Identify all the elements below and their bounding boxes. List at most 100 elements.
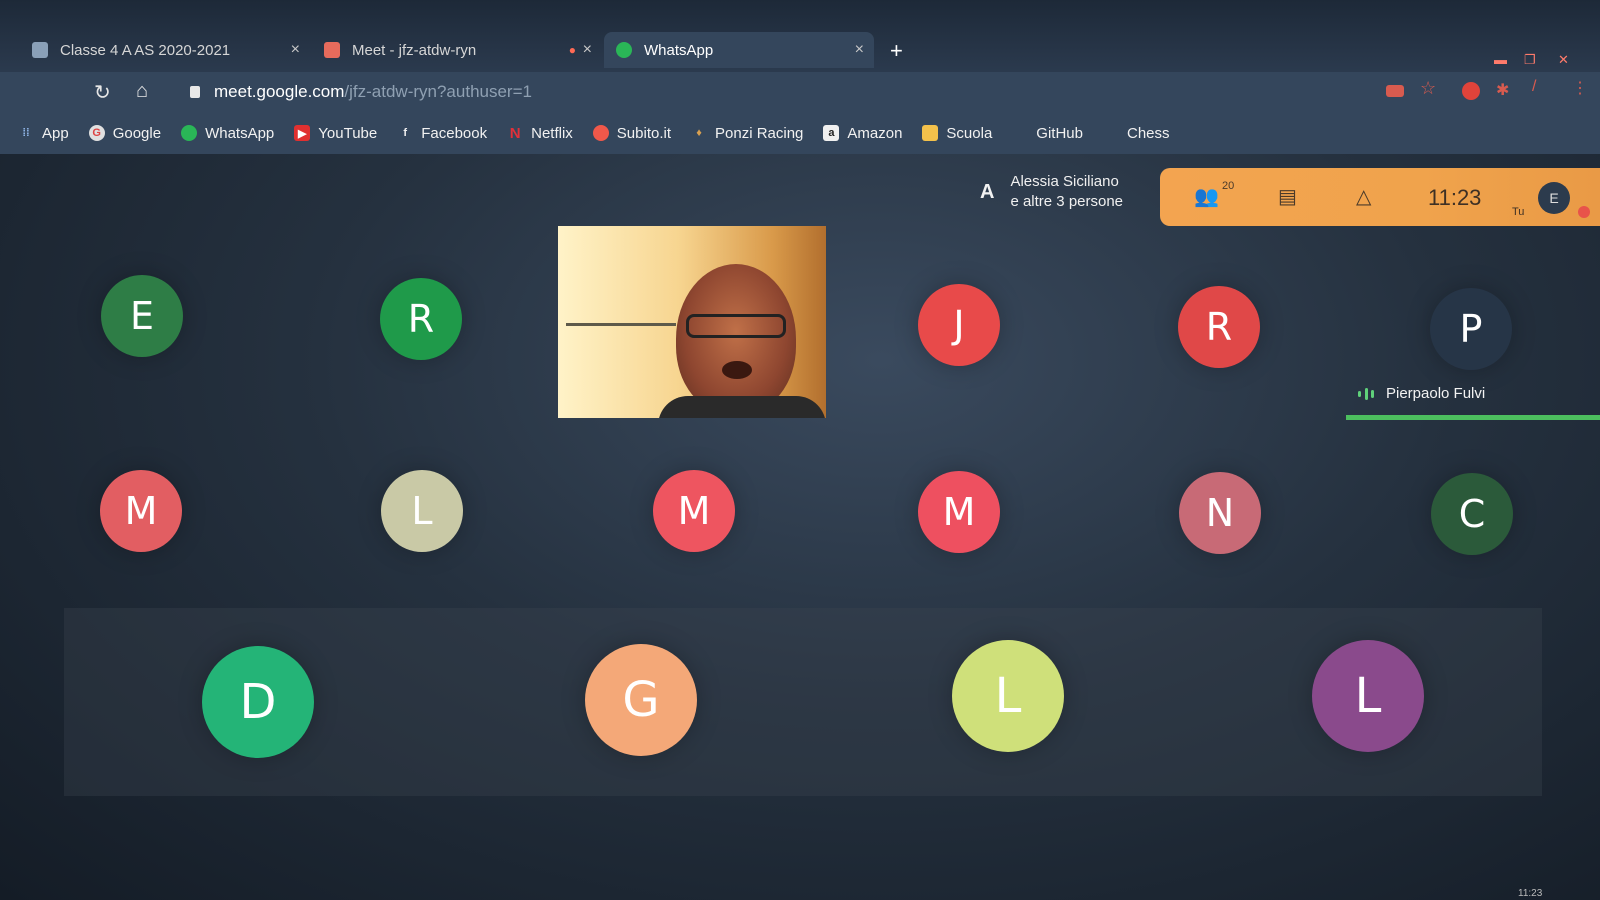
tab-label: Classe 4 A AS 2020-2021 [60, 41, 231, 59]
bookmark-chess[interactable]: Chess [1103, 125, 1170, 142]
tab-label: WhatsApp [644, 41, 714, 59]
participant-initial: L [1354, 668, 1382, 724]
participant-initial: C [1458, 492, 1486, 536]
camera-icon[interactable] [1386, 85, 1404, 97]
amazon-icon: a [823, 125, 840, 141]
close-window-icon[interactable]: ✕ [1558, 52, 1578, 67]
tab-whatsapp[interactable]: WhatsApp × [604, 32, 874, 68]
participant-tile[interactable]: L [952, 640, 1064, 752]
recording-dot-icon: ● [568, 43, 576, 57]
meet-icon [324, 42, 340, 58]
bookmark-label: GitHub [1036, 124, 1083, 142]
participant-tile[interactable]: P [1430, 288, 1512, 370]
pen-icon[interactable]: / [1532, 78, 1550, 96]
participant-initial: N [1205, 491, 1235, 535]
extension-icon[interactable] [1462, 82, 1480, 100]
tab-label: Meet - jfz-atdw-ryn [352, 41, 477, 59]
participant-video-tile[interactable] [558, 226, 826, 418]
close-icon[interactable]: × [583, 41, 592, 59]
participant-tile[interactable]: G [585, 644, 697, 756]
bookmark-label: Amazon [847, 124, 903, 142]
bookmark-github[interactable]: GitHub [1012, 125, 1083, 142]
participant-initial: R [407, 297, 435, 341]
chat-icon[interactable]: ▤ [1278, 184, 1297, 209]
participant-initial: M [124, 489, 158, 533]
participant-tile[interactable]: E [101, 275, 183, 357]
audio-level-icon [1358, 387, 1374, 400]
participant-initial: M [942, 490, 976, 534]
tab-strip: Classe 4 A AS 2020-2021 × Meet - jfz-atd… [0, 0, 1600, 72]
active-speaker-label: Pierpaolo Fulvi [1358, 385, 1485, 402]
participant-tile[interactable]: M [653, 470, 735, 552]
star-icon[interactable]: ☆ [1420, 78, 1438, 98]
home-icon[interactable]: ⌂ [136, 80, 148, 103]
bookmark-netflix[interactable]: N Netflix [507, 125, 573, 142]
active-speaker-indicator [1346, 415, 1600, 420]
bookmarks-bar: ⁞⁞ App G Google WhatsApp ▶ YouTube f Fac… [0, 112, 1600, 154]
classroom-icon [32, 42, 48, 58]
participant-initial: E [129, 294, 154, 338]
close-icon[interactable]: × [855, 41, 864, 59]
activities-icon[interactable]: △ [1356, 184, 1371, 209]
participant-initial: D [239, 674, 277, 730]
facebook-icon: f [403, 127, 408, 139]
bookmark-facebook[interactable]: f Facebook [397, 125, 487, 142]
new-tab-button[interactable]: + [890, 38, 903, 64]
participant-face [676, 264, 796, 414]
participant-tile[interactable]: L [381, 470, 463, 552]
people-count: 20 [1222, 180, 1235, 192]
recording-indicator-icon [1578, 206, 1590, 218]
folder-icon [922, 125, 939, 141]
presenter-name: Alessia Siciliano [1010, 173, 1119, 190]
bookmark-app[interactable]: ⁞⁞ App [18, 125, 68, 142]
close-icon[interactable]: × [291, 41, 300, 59]
puzzle-icon[interactable]: ✱ [1496, 80, 1514, 99]
bookmark-label: Subito.it [616, 124, 671, 142]
participant-tile[interactable]: R [380, 278, 462, 360]
minimize-icon[interactable]: ▬ [1494, 52, 1514, 67]
bookmark-scuola[interactable]: Scuola [922, 125, 992, 142]
participant-tile[interactable]: N [1179, 472, 1261, 554]
shirt [658, 396, 826, 418]
participant-tile[interactable]: L [1312, 640, 1424, 752]
ponzi-racing-icon: ♦ [696, 127, 702, 139]
taskbar-clock: 11:23 [1518, 888, 1543, 899]
tab-classroom[interactable]: Classe 4 A AS 2020-2021 × [20, 32, 310, 68]
bookmark-label: Chess [1126, 124, 1170, 142]
participant-initial: R [1205, 305, 1233, 349]
participant-initial: G [622, 672, 660, 728]
bookmark-ponzi-racing[interactable]: ♦ Ponzi Racing [691, 125, 803, 142]
youtube-icon: ▶ [294, 125, 311, 141]
participant-tile[interactable]: J [918, 284, 1000, 366]
url-path: /jfz-atdw-ryn?authuser=1 [344, 82, 532, 101]
bookmark-label: WhatsApp [205, 124, 275, 142]
speaker-name: Pierpaolo Fulvi [1386, 385, 1486, 402]
participant-tile[interactable]: R [1178, 286, 1260, 368]
subito-icon [592, 125, 609, 141]
reload-icon[interactable]: ↻ [94, 80, 111, 105]
participant-tile[interactable]: C [1431, 473, 1513, 555]
apps-grid-icon: ⁞⁞ [22, 127, 30, 139]
bookmark-whatsapp[interactable]: WhatsApp [181, 125, 274, 142]
folder-icon [1103, 125, 1119, 141]
more-menu-icon[interactable]: ⋮ [1572, 78, 1590, 97]
bookmark-subito[interactable]: Subito.it [592, 124, 671, 142]
participant-tile[interactable]: M [100, 470, 182, 552]
restore-icon[interactable]: ❐ [1524, 52, 1544, 67]
bookmark-youtube[interactable]: ▶ YouTube [294, 125, 377, 142]
presenter-others: e altre 3 persone [1010, 193, 1124, 210]
participant-tile[interactable]: M [918, 471, 1000, 553]
tab-meet[interactable]: Meet - jfz-atdw-ryn ● × [312, 32, 602, 68]
address-bar[interactable]: meet.google.com /jfz-atdw-ryn?authuser=1 [190, 77, 1340, 107]
participant-initial: P [1459, 307, 1483, 351]
bookmark-label: Ponzi Racing [715, 124, 804, 142]
bookmark-google[interactable]: G Google [88, 125, 161, 142]
participant-tile[interactable]: D [202, 646, 314, 758]
self-avatar[interactable]: E [1538, 182, 1570, 214]
lock-icon [190, 86, 200, 98]
bookmark-amazon[interactable]: a Amazon [823, 125, 902, 142]
glasses [686, 314, 786, 338]
participant-initial: J [953, 303, 965, 347]
meeting-clock: 11:23 [1428, 185, 1482, 210]
people-icon[interactable]: 👥 [1194, 184, 1219, 209]
